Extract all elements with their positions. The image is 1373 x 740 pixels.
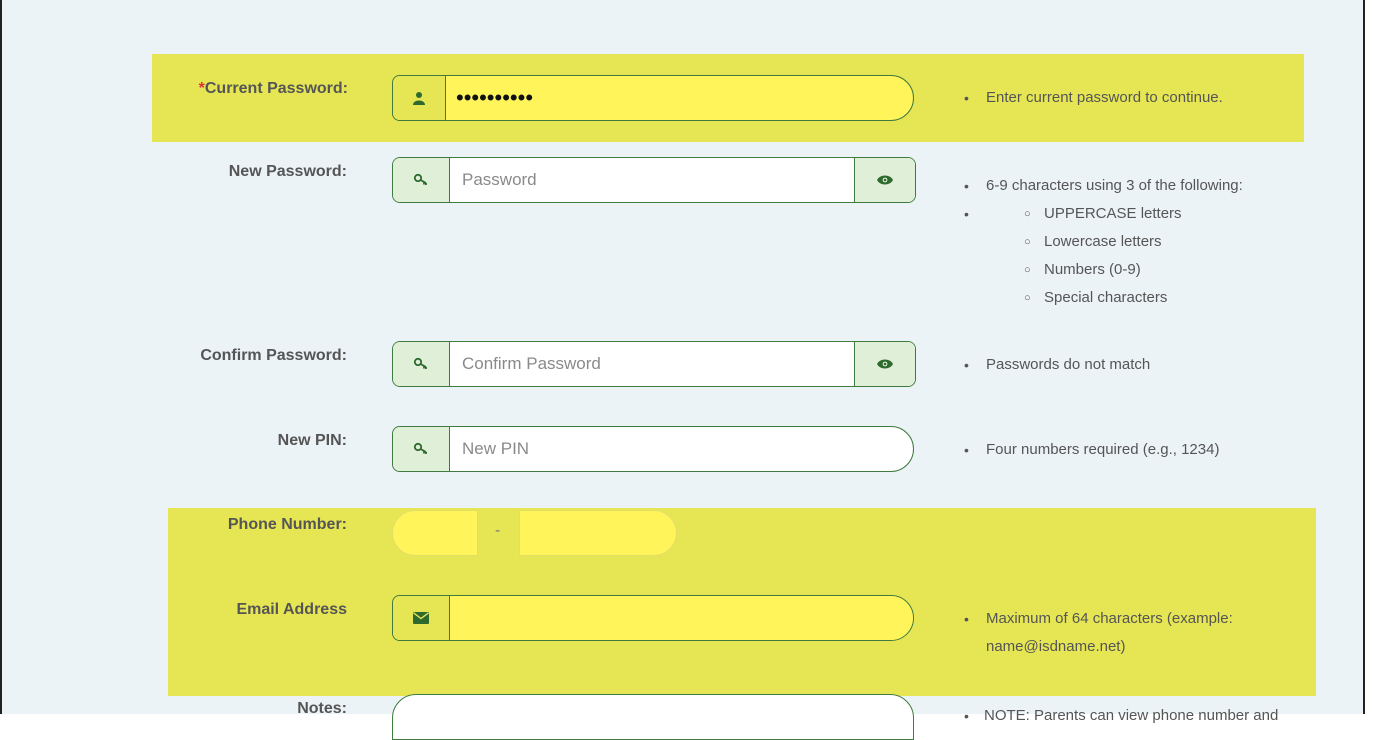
key-icon: [393, 158, 450, 202]
new-pin-hint: Four numbers required (e.g., 1234): [962, 436, 1219, 464]
new-pin-label: New PIN:: [277, 432, 347, 449]
current-password-label: *Current Password:: [152, 80, 348, 98]
hint-item: NOTE: Parents can view phone number and: [962, 702, 1278, 730]
hint-item: Four numbers required (e.g., 1234): [962, 436, 1219, 464]
hint-item: Maximum of 64 characters (example: name@i…: [962, 605, 1233, 661]
confirm-password-field[interactable]: [392, 341, 916, 387]
notes-field[interactable]: [392, 694, 914, 740]
current-password-hint: Enter current password to continue.: [962, 84, 1223, 112]
hint-item: Passwords do not match: [962, 351, 1150, 379]
phone-number-label: Phone Number:: [227, 516, 347, 533]
key-icon: [393, 342, 450, 386]
new-password-input[interactable]: [450, 158, 854, 202]
phone-number-input[interactable]: [519, 510, 677, 556]
new-pin-input[interactable]: [450, 427, 913, 471]
hint-item: 6-9 characters using 3 of the following:: [962, 172, 1243, 200]
email-hint-line1: Maximum of 64 characters (example:: [986, 610, 1233, 627]
current-password-field[interactable]: ••••••••••: [392, 75, 914, 121]
confirm-password-hint: Passwords do not match: [962, 351, 1150, 379]
user-icon: [393, 76, 446, 120]
email-field[interactable]: [392, 595, 914, 641]
new-password-field[interactable]: [392, 157, 916, 203]
hint-item: Enter current password to continue.: [962, 84, 1223, 112]
new-password-hint: 6-9 characters using 3 of the following:: [962, 172, 1243, 228]
confirm-password-input[interactable]: [450, 342, 854, 386]
phone-separator: -: [495, 522, 501, 539]
eye-icon[interactable]: [854, 158, 915, 202]
current-password-value[interactable]: ••••••••••: [446, 76, 533, 120]
current-password-label-text: Current Password:: [204, 80, 348, 97]
rule-item: Special characters: [962, 284, 1182, 312]
rule-item: Numbers (0-9): [962, 256, 1182, 284]
key-icon: [393, 427, 450, 471]
rule-item: UPPERCASE letters: [962, 200, 1182, 228]
email-input[interactable]: [450, 596, 913, 640]
envelope-icon: [393, 596, 450, 640]
rule-item: Lowercase letters: [962, 228, 1182, 256]
phone-area-code-input[interactable]: [392, 510, 478, 556]
form-panel: *Current Password: •••••••••• Enter curr…: [0, 0, 1365, 740]
email-label: Email Address: [236, 601, 347, 618]
confirm-password-label: Confirm Password:: [200, 347, 347, 364]
notes-hint: NOTE: Parents can view phone number and: [962, 702, 1278, 730]
email-hint-line2: name@isdname.net): [986, 638, 1126, 655]
new-password-label: New Password:: [228, 163, 347, 180]
new-pin-field[interactable]: [392, 426, 914, 472]
password-rules: UPPERCASE letters Lowercase letters Numb…: [962, 200, 1182, 312]
eye-icon[interactable]: [854, 342, 915, 386]
notes-label: Notes:: [297, 700, 347, 717]
email-hint: Maximum of 64 characters (example: name@i…: [962, 605, 1233, 661]
